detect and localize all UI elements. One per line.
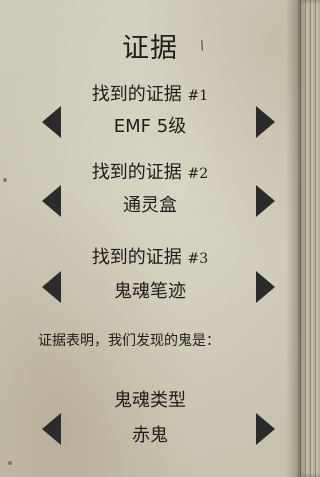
evidence-1-label: 找到的证据 bbox=[91, 84, 182, 105]
evidence-3-number: #3 bbox=[187, 251, 209, 267]
page-title: 证据 bbox=[122, 33, 178, 64]
ghost-type-next-arrow[interactable] bbox=[256, 413, 275, 445]
journal-page: 证据 / 找到的证据 #1 EMF 5级 找到的证据 #2 通灵盒 找到的证据 … bbox=[0, 0, 300, 477]
evidence-3-heading: 找到的证据 #3 bbox=[0, 243, 300, 269]
page-edges bbox=[298, 0, 320, 477]
evidence-3-next-arrow[interactable] bbox=[256, 271, 275, 303]
ghost-type-label: 鬼魂类型 bbox=[114, 390, 186, 411]
evidence-2-value: 通灵盒 bbox=[123, 195, 177, 216]
evidence-1-number: #1 bbox=[187, 88, 209, 104]
evidence-2-number: #2 bbox=[187, 166, 209, 182]
evidence-1-next-arrow[interactable] bbox=[256, 106, 275, 138]
evidence-2-next-arrow[interactable] bbox=[256, 185, 275, 217]
journal-book: 证据 / 找到的证据 #1 EMF 5级 找到的证据 #2 通灵盒 找到的证据 … bbox=[0, 0, 320, 477]
blood-stain bbox=[8, 461, 12, 465]
evidence-3-label: 找到的证据 bbox=[91, 247, 182, 268]
evidence-2-label: 找到的证据 bbox=[91, 162, 182, 183]
ghost-type-value: 赤鬼 bbox=[132, 425, 168, 446]
evidence-statement: 证据表明，我们发现的鬼是： bbox=[38, 333, 220, 349]
evidence-1-value: EMF 5级 bbox=[113, 116, 187, 137]
evidence-2-heading: 找到的证据 #2 bbox=[0, 158, 300, 184]
evidence-3-value: 鬼魂笔迹 bbox=[114, 281, 186, 302]
evidence-1-heading: 找到的证据 #1 bbox=[0, 80, 300, 106]
